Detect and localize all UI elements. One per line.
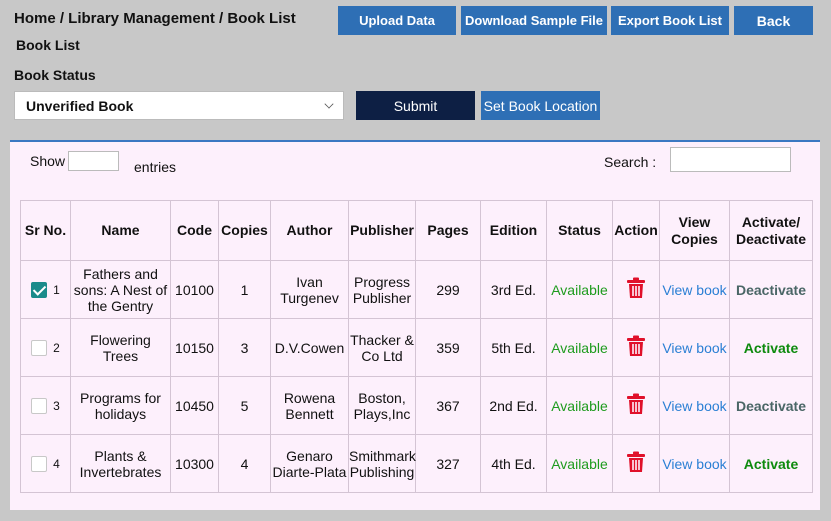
book-author: Rowena Bennett bbox=[270, 376, 349, 435]
back-button[interactable]: Back bbox=[734, 6, 813, 35]
column-header-name[interactable]: Name bbox=[70, 200, 171, 261]
trash-icon[interactable] bbox=[626, 335, 646, 360]
book-code: 10450 bbox=[170, 376, 219, 435]
table-row: 2 Flowering Trees 10150 3 D.V.Cowen Thacker &… bbox=[20, 318, 813, 377]
book-publisher: Thacker & Co Ltd bbox=[348, 318, 416, 377]
download-sample-file-button[interactable]: Download Sample File bbox=[461, 6, 607, 35]
checkbox-icon[interactable] bbox=[31, 398, 48, 415]
action-cell bbox=[612, 260, 660, 319]
book-name: Flowering Trees bbox=[70, 318, 171, 377]
breadcrumb: Home / Library Management / Book List bbox=[14, 10, 296, 27]
table-header-row: Sr No. Name Code Copies Author Publisher… bbox=[20, 200, 813, 261]
book-code: 10150 bbox=[170, 318, 219, 377]
status-badge: Available bbox=[546, 376, 613, 435]
submit-button[interactable]: Submit bbox=[356, 91, 475, 120]
deactivate-button[interactable]: Deactivate bbox=[729, 260, 813, 319]
export-book-list-button[interactable]: Export Book List bbox=[611, 6, 729, 35]
column-header-publisher[interactable]: Publisher bbox=[348, 200, 416, 261]
book-copies: 5 bbox=[218, 376, 271, 435]
book-publisher: Progress Publisher bbox=[348, 260, 416, 319]
status-badge: Available bbox=[546, 260, 613, 319]
book-edition: 2nd Ed. bbox=[480, 376, 547, 435]
action-cell bbox=[612, 376, 660, 435]
sr-no: 4 bbox=[53, 457, 60, 472]
sr-no-cell: 4 bbox=[20, 434, 71, 493]
view-book-link[interactable]: View book bbox=[659, 318, 730, 377]
column-header-edition[interactable]: Edition bbox=[480, 200, 547, 261]
book-edition: 4th Ed. bbox=[480, 434, 547, 493]
sr-no: 2 bbox=[53, 341, 60, 356]
upload-data-button[interactable]: Upload Data bbox=[338, 6, 456, 35]
book-status-label: Book Status bbox=[14, 67, 96, 83]
chevron-down-icon bbox=[324, 99, 334, 109]
table-row: 3 Programs for holidays 10450 5 Rowena Benne… bbox=[20, 376, 813, 435]
book-code: 10300 bbox=[170, 434, 219, 493]
book-pages: 327 bbox=[415, 434, 481, 493]
checkbox-icon[interactable] bbox=[31, 282, 48, 299]
book-author: Genaro Diarte-Plata bbox=[270, 434, 349, 493]
book-copies: 3 bbox=[218, 318, 271, 377]
book-name: Fathers and sons: A Nest of the Gentry bbox=[70, 260, 171, 319]
column-header-action[interactable]: Action bbox=[612, 200, 660, 261]
book-edition: 5th Ed. bbox=[480, 318, 547, 377]
book-code: 10100 bbox=[170, 260, 219, 319]
page-title: Book List bbox=[16, 37, 80, 53]
checkbox-icon[interactable] bbox=[31, 340, 48, 357]
book-author: D.V.Cowen bbox=[270, 318, 349, 377]
sr-no-cell: 3 bbox=[20, 376, 71, 435]
set-book-location-button[interactable]: Set Book Location bbox=[481, 91, 600, 120]
sr-no: 3 bbox=[53, 399, 60, 414]
sr-no: 1 bbox=[53, 283, 60, 298]
trash-icon[interactable] bbox=[626, 451, 646, 476]
sr-no-cell: 2 bbox=[20, 318, 71, 377]
book-list-panel: Show entries Search : Sr No. Name Code C… bbox=[10, 140, 820, 510]
status-badge: Available bbox=[546, 318, 613, 377]
table-row: 4 Plants & Invertebrates 10300 4 Genaro Diar… bbox=[20, 434, 813, 493]
table-row: 1 Fathers and sons: A Nest of the Gentry 1… bbox=[20, 260, 813, 319]
column-header-sr-no[interactable]: Sr No. bbox=[20, 200, 71, 261]
book-status-select[interactable]: Unverified Book bbox=[14, 91, 344, 120]
activate-button[interactable]: Activate bbox=[729, 434, 813, 493]
column-header-activate-deactivate[interactable]: Activate/ Deactivate bbox=[729, 200, 813, 261]
column-header-copies[interactable]: Copies bbox=[218, 200, 271, 261]
sr-no-cell: 1 bbox=[20, 260, 71, 319]
book-pages: 299 bbox=[415, 260, 481, 319]
book-pages: 359 bbox=[415, 318, 481, 377]
column-header-status[interactable]: Status bbox=[546, 200, 613, 261]
status-badge: Available bbox=[546, 434, 613, 493]
book-edition: 3rd Ed. bbox=[480, 260, 547, 319]
action-cell bbox=[612, 434, 660, 493]
column-header-pages[interactable]: Pages bbox=[415, 200, 481, 261]
column-header-view-copies[interactable]: View Copies bbox=[659, 200, 730, 261]
show-label: Show bbox=[30, 153, 66, 169]
book-pages: 367 bbox=[415, 376, 481, 435]
view-book-link[interactable]: View book bbox=[659, 260, 730, 319]
activate-button[interactable]: Activate bbox=[729, 318, 813, 377]
book-copies: 4 bbox=[218, 434, 271, 493]
book-copies: 1 bbox=[218, 260, 271, 319]
search-label: Search : bbox=[604, 154, 657, 170]
book-name: Programs for holidays bbox=[70, 376, 171, 435]
book-name: Plants & Invertebrates bbox=[70, 434, 171, 493]
search-input[interactable] bbox=[670, 147, 791, 172]
deactivate-button[interactable]: Deactivate bbox=[729, 376, 813, 435]
column-header-code[interactable]: Code bbox=[170, 200, 219, 261]
checkbox-icon[interactable] bbox=[31, 456, 48, 473]
entries-label: entries bbox=[134, 159, 177, 175]
action-cell bbox=[612, 318, 660, 377]
show-entries-input[interactable] bbox=[68, 151, 119, 171]
book-status-selected-value: Unverified Book bbox=[26, 97, 134, 114]
book-publisher: Smithmark Publishing bbox=[348, 434, 416, 493]
book-table: Sr No. Name Code Copies Author Publisher… bbox=[20, 200, 813, 493]
book-author: Ivan Turgenev bbox=[270, 260, 349, 319]
view-book-link[interactable]: View book bbox=[659, 434, 730, 493]
column-header-author[interactable]: Author bbox=[270, 200, 349, 261]
trash-icon[interactable] bbox=[626, 277, 646, 302]
trash-icon[interactable] bbox=[626, 393, 646, 418]
book-publisher: Boston, Plays,Inc bbox=[348, 376, 416, 435]
view-book-link[interactable]: View book bbox=[659, 376, 730, 435]
